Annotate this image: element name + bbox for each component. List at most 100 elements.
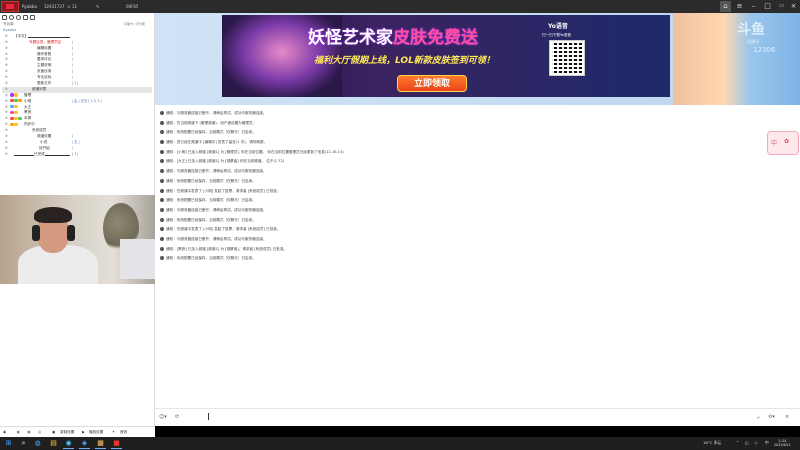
- add-icon[interactable]: [2, 15, 7, 20]
- log-text: 通知：系统配置已经保存，当前模式（仅聊天）已启用。: [166, 256, 256, 261]
- log-text: 通知：系统配置已经保存，当前模式（仅聊天）已启用。: [166, 217, 256, 222]
- log-line: 通知：[小明] 已加入频道 [频道1] 为 [管理员], 你在当前位置。 你在当…: [160, 148, 760, 158]
- info-icon: [160, 227, 164, 232]
- effect-icon[interactable]: ✦: [112, 430, 115, 434]
- format-icon[interactable]: ⟳: [175, 414, 179, 420]
- info-icon: [160, 236, 164, 241]
- message-input-area[interactable]: ☺▾ ⟳ ↵ ⟲▾ ×: [155, 408, 800, 426]
- volume-tray-icon[interactable]: ◁: [754, 440, 757, 445]
- headphone-left: [32, 225, 40, 241]
- badge-icon: [14, 93, 18, 97]
- menu-icon[interactable]: ≡: [734, 1, 745, 12]
- os-taskbar: ⊞ ⌕ ◍ ▤ ◉ ◈ ▦ ■ 18°C 多云 ⌃ ◰ ◁ 中 1:24 202…: [0, 437, 800, 450]
- log-line: 通知：与服务器连接已断开，请稍后再试。成功与服务器连接。: [160, 167, 760, 177]
- ad-title-part2: 皮肤免费送: [393, 28, 478, 48]
- dock-icon[interactable]: ▭: [776, 1, 787, 12]
- close-button[interactable]: ×: [788, 1, 799, 12]
- badge-text: 中: [771, 140, 778, 147]
- ad-creative[interactable]: 妖怪艺术家皮肤免费送 福利大厅假期上线，LOL新款皮肤签到可领！ 立即领取 Yo…: [222, 15, 670, 97]
- network-icon[interactable]: ◰: [745, 440, 749, 445]
- ad-banner[interactable]: 妖怪艺术家皮肤免费送 福利大厅假期上线，LOL新款皮肤签到可领！ 立即领取 Yo…: [155, 13, 800, 105]
- log-line: 通知：与服务器连接已断开，请稍后再试。成功与服务器连接。: [160, 206, 760, 216]
- ad-qr-caption: 扫一扫下载Yo语音: [542, 33, 572, 37]
- filter-icon[interactable]: [30, 15, 35, 20]
- info-icon: [160, 198, 164, 203]
- emoji-icon[interactable]: ☺▾: [159, 414, 167, 420]
- mic-icon[interactable]: ◉: [3, 430, 6, 434]
- ad-qr-box: Yo语音 扫一扫下载Yo语音: [542, 19, 602, 95]
- webcam-person-hair: [34, 207, 72, 223]
- log-line: 通知：系统配置已经保存，当前模式（仅聊天）已启用。: [160, 196, 760, 206]
- clear-icon[interactable]: ×: [785, 414, 789, 420]
- status-code: 00F65: [126, 4, 139, 9]
- log-text: 通知：[黑夜] 已加入频道 [频道1] 为 [观察者]，请求者 [系统成员] 已…: [166, 246, 287, 251]
- log-line: 通知：系统配置已经保存，当前模式（仅聊天）已启用。: [160, 216, 760, 226]
- home-icon[interactable]: ⌂: [720, 1, 731, 12]
- info-icon: [160, 256, 164, 261]
- play-label[interactable]: 播放设置: [89, 430, 103, 435]
- ime-lang[interactable]: 中: [765, 440, 769, 446]
- tree-item[interactable]: ⊕ 已完成 | 1 |: [2, 151, 152, 158]
- info-icon: [160, 246, 164, 251]
- log-line: 通知：在频道中发表了 [小明] 发起了投票，请求者 [系统成员] 已批准。: [160, 187, 760, 197]
- edge-icon[interactable]: ◍: [32, 438, 43, 449]
- speaker-icon[interactable]: ◐: [17, 430, 20, 434]
- search-icon[interactable]: [16, 15, 21, 20]
- clock-date[interactable]: 2023/6/11: [774, 443, 791, 447]
- maximize-button[interactable]: □: [762, 1, 773, 12]
- badge-icon: [10, 122, 14, 126]
- log-line: 通知：系统配置已经保存，当前模式（仅聊天）已启用。: [160, 254, 760, 264]
- left-toolbar: [0, 13, 154, 22]
- app-icon-2[interactable]: ■: [111, 438, 122, 449]
- room-number: 12306: [753, 46, 776, 54]
- ad-claim-button[interactable]: 立即领取: [397, 75, 467, 92]
- main-area: 妖怪艺术家皮肤免费送 福利大厅假期上线，LOL新款皮肤签到可领！ 立即领取 Yo…: [155, 13, 800, 426]
- chat-log: 通知：与服务器连接已断开，请稍后再试。成功与服务器连接。 通知：在当前频道下 (管…: [160, 109, 760, 264]
- app-name: Ryabba: [22, 4, 37, 9]
- expand-icon[interactable]: ⊕: [5, 152, 8, 158]
- play-icon[interactable]: ▶: [82, 430, 85, 434]
- ad-brand: Yo语音: [548, 23, 568, 30]
- badge-icon: [14, 98, 18, 103]
- app-window: Ryabba 32431737 ♙ 11 ✎ 00F65 ⌂ ≡ – □ ▭ ×…: [0, 0, 800, 450]
- taskbar-search-icon[interactable]: ⌕: [18, 438, 29, 449]
- send-mode-icon[interactable]: ↵: [757, 415, 760, 420]
- app-icon-1[interactable]: ▦: [95, 438, 106, 449]
- headset-icon[interactable]: ◎: [38, 430, 41, 434]
- log-text: 通知：[小明] 已加入频道 [频道1] 为 [管理员], 你在当前位置。 你在当…: [166, 149, 344, 154]
- log-text: 通知：与服务器连接已断开，请稍后再试。成功与服务器连接。: [166, 169, 267, 174]
- history-icon[interactable]: ⟲▾: [768, 414, 775, 420]
- steam-icon[interactable]: ◈: [79, 438, 90, 449]
- info-icon: [160, 120, 164, 125]
- bow-icon: ✿: [784, 138, 790, 145]
- log-line: 通知：系统配置已经保存，当前模式（仅聊天）已启用。: [160, 177, 760, 187]
- log-text: 通知：系统配置已经保存，当前模式（仅聊天）已启用。: [166, 130, 256, 135]
- tray-arrow-icon[interactable]: ⌃: [736, 440, 739, 445]
- title-bar: Ryabba 32431737 ♙ 11 ✎ 00F65 ⌂ ≡ – □ ▭ ×: [0, 0, 800, 13]
- badge-icon: [10, 104, 14, 109]
- log-text: 通知：系统配置已经保存，当前模式（仅聊天）已启用。: [166, 198, 256, 203]
- log-text: 通知：[大王] 已加入频道 [频道1] 为 [观察者] 你在当前频道。 位于(1…: [166, 159, 285, 164]
- ad-title-part1: 妖怪艺术家: [308, 28, 393, 48]
- volume-icon[interactable]: ◑: [27, 430, 30, 434]
- list-icon[interactable]: [23, 15, 28, 20]
- start-icon[interactable]: ⊞: [3, 438, 14, 449]
- side-badge[interactable]: 中 ✿: [767, 131, 799, 155]
- badge-icon: [18, 116, 22, 121]
- record-icon[interactable]: ▣: [52, 430, 55, 434]
- info-icon: [160, 159, 164, 164]
- settings-icon[interactable]: ✎: [96, 4, 99, 9]
- log-text: 通知：与服务器连接已断开，请稍后再试。成功与服务器连接。: [166, 236, 267, 241]
- tree-item-meta: | 1 |: [72, 151, 79, 156]
- badge-icon: [10, 98, 14, 103]
- minimize-button[interactable]: –: [748, 1, 759, 12]
- room-label: 直播间: [747, 39, 759, 44]
- record-label[interactable]: 录制设置: [60, 430, 74, 435]
- browser-icon[interactable]: ◉: [63, 438, 74, 449]
- log-text: 通知：您已经在频道中 [编辑中] 发表了留言(1 次)，请勿刷屏。: [166, 140, 268, 145]
- effect-label[interactable]: 音效: [120, 430, 127, 435]
- explorer-icon[interactable]: ▤: [48, 438, 59, 449]
- log-line: 通知：系统配置已经保存，当前模式（仅聊天）已启用。: [160, 128, 760, 138]
- weather[interactable]: 18°C 多云: [703, 440, 721, 446]
- refresh-icon[interactable]: [9, 15, 14, 20]
